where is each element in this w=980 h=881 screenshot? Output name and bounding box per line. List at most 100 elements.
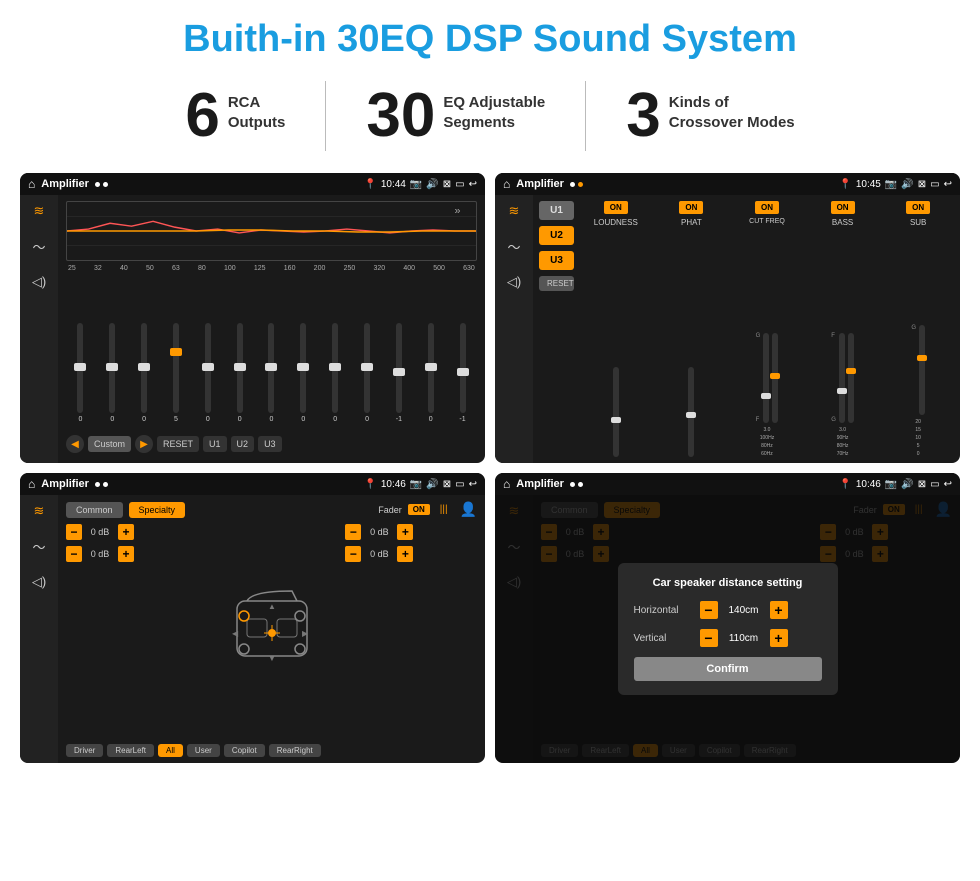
loudness-on-btn[interactable]: ON bbox=[604, 201, 628, 214]
tab-common-3[interactable]: Common bbox=[66, 502, 123, 518]
eq-custom-btn[interactable]: Custom bbox=[88, 436, 131, 452]
time-2: 10:45 bbox=[856, 179, 881, 190]
channel-cutfreq: ON CUT FREQ GF bbox=[731, 201, 803, 457]
db-minus-topright[interactable]: − bbox=[345, 524, 361, 540]
home-icon-2[interactable]: ⌂ bbox=[503, 177, 510, 191]
dot-6 bbox=[103, 482, 108, 487]
copilot-btn-3[interactable]: Copilot bbox=[224, 744, 265, 757]
dot-5 bbox=[95, 482, 100, 487]
rearright-btn-3[interactable]: RearRight bbox=[269, 744, 321, 757]
db-plus-topright[interactable]: + bbox=[397, 524, 413, 540]
eq-icon-3[interactable]: ≋ bbox=[34, 503, 45, 519]
wave-icon-3[interactable]: 〜 bbox=[32, 537, 45, 556]
db-minus-bottomleft[interactable]: − bbox=[66, 546, 82, 562]
svg-text:▼: ▼ bbox=[268, 654, 276, 663]
status-dots-2 bbox=[570, 182, 583, 187]
phat-on-btn[interactable]: ON bbox=[679, 201, 703, 214]
eq-sliders: 0 0 0 5 0 bbox=[66, 276, 477, 427]
home-icon-3[interactable]: ⌂ bbox=[28, 477, 35, 491]
db-minus-bottomright[interactable]: − bbox=[345, 546, 361, 562]
back-icon-4[interactable]: ↩ bbox=[944, 479, 952, 490]
loudness-slider[interactable] bbox=[613, 367, 619, 457]
cutfreq-on-btn[interactable]: ON bbox=[755, 201, 779, 214]
screen-fader: ⌂ Amplifier 📍 10:46 📷 🔊 ⊠ ▭ ↩ ≋ 〜 bbox=[20, 473, 485, 763]
dialog-overlay: Car speaker distance setting Horizontal … bbox=[495, 495, 960, 763]
eq-u1-btn[interactable]: U1 bbox=[203, 436, 227, 452]
fader-bottom-bar: Driver RearLeft All User Copilot RearRig… bbox=[66, 744, 477, 757]
wave-icon-2[interactable]: 〜 bbox=[507, 237, 520, 256]
back-icon-1[interactable]: ↩ bbox=[469, 179, 477, 190]
volume-icon-2: 🔊 bbox=[901, 179, 913, 190]
wave-icon-1[interactable]: 〜 bbox=[32, 237, 45, 256]
db-plus-topleft[interactable]: + bbox=[118, 524, 134, 540]
dot-3 bbox=[570, 182, 575, 187]
eq-prev-btn[interactable]: ◀ bbox=[66, 435, 84, 453]
bass-on-btn[interactable]: ON bbox=[831, 201, 855, 214]
speaker-icon-1[interactable]: ◁) bbox=[32, 274, 46, 290]
sub-slider[interactable] bbox=[919, 325, 925, 415]
dialog-horizontal-minus[interactable]: − bbox=[700, 601, 718, 619]
channel-bass: ON BASS FG bbox=[807, 201, 879, 457]
back-icon-2[interactable]: ↩ bbox=[944, 179, 952, 190]
home-icon-1[interactable]: ⌂ bbox=[28, 177, 35, 191]
bass-slider-g[interactable] bbox=[848, 333, 854, 423]
bass-slider-f[interactable] bbox=[839, 333, 845, 423]
time-1: 10:44 bbox=[381, 179, 406, 190]
db-minus-topleft[interactable]: − bbox=[66, 524, 82, 540]
u3-btn[interactable]: U3 bbox=[539, 251, 574, 270]
rearleft-btn-3[interactable]: RearLeft bbox=[107, 744, 154, 757]
box-icon-2: ⊠ bbox=[918, 179, 926, 190]
eq-next-btn[interactable]: ▶ bbox=[135, 435, 153, 453]
cutfreq-slider-f[interactable] bbox=[772, 333, 778, 423]
eq-u3-btn[interactable]: U3 bbox=[258, 436, 282, 452]
speaker-icon-3[interactable]: ◁) bbox=[32, 574, 46, 590]
camera-icon-4: 📷 bbox=[885, 479, 897, 490]
slider-track-1[interactable] bbox=[77, 323, 83, 413]
screen-amp: ⌂ Amplifier 📍 10:45 📷 🔊 ⊠ ▭ ↩ ≋ 〜 bbox=[495, 173, 960, 463]
eq-reset-btn[interactable]: RESET bbox=[157, 436, 199, 452]
app-name-3: Amplifier bbox=[41, 478, 89, 490]
screen-sidebar-3: ≋ 〜 ◁) bbox=[20, 495, 58, 763]
fader-main: − 0 dB + − 0 dB + bbox=[66, 524, 477, 738]
page-title: Buith-in 30EQ DSP Sound System bbox=[0, 0, 980, 71]
eq-u2-btn[interactable]: U2 bbox=[231, 436, 255, 452]
amp-reset-btn[interactable]: RESET bbox=[539, 276, 574, 291]
back-icon-3[interactable]: ↩ bbox=[469, 479, 477, 490]
svg-text:▶: ▶ bbox=[302, 629, 309, 638]
camera-icon-1: 📷 bbox=[410, 179, 422, 190]
speaker-icon-2[interactable]: ◁) bbox=[507, 274, 521, 290]
status-dots-4 bbox=[570, 482, 583, 487]
u1-btn[interactable]: U1 bbox=[539, 201, 574, 220]
cutfreq-slider-g[interactable] bbox=[763, 333, 769, 423]
db-control-bottomleft: − 0 dB + bbox=[66, 546, 198, 562]
tab-specialty-3[interactable]: Specialty bbox=[129, 502, 186, 518]
u2-btn[interactable]: U2 bbox=[539, 226, 574, 245]
stat-crossover-label: Kinds ofCrossover Modes bbox=[669, 85, 795, 132]
confirm-button[interactable]: Confirm bbox=[634, 657, 822, 681]
sub-on-btn[interactable]: ON bbox=[906, 201, 930, 214]
user-btn-3[interactable]: User bbox=[187, 744, 220, 757]
svg-text:»: » bbox=[454, 206, 460, 216]
db-value-topright: 0 dB bbox=[365, 527, 393, 537]
pin-icon-1: 📍 bbox=[364, 179, 376, 190]
db-plus-bottomright[interactable]: + bbox=[397, 546, 413, 562]
pin-icon-3: 📍 bbox=[364, 479, 376, 490]
db-control-bottomright: − 0 dB + bbox=[345, 546, 477, 562]
eq-icon-2[interactable]: ≋ bbox=[509, 203, 520, 219]
dialog-vertical-plus[interactable]: + bbox=[770, 629, 788, 647]
channel-sub: ON SUB G 20151050 bbox=[882, 201, 954, 457]
dialog-horizontal-plus[interactable]: + bbox=[770, 601, 788, 619]
all-btn-3[interactable]: All bbox=[158, 744, 183, 757]
phat-slider[interactable] bbox=[688, 367, 694, 457]
person-icon-3: 👤 bbox=[460, 501, 477, 518]
db-plus-bottomleft[interactable]: + bbox=[118, 546, 134, 562]
home-icon-4[interactable]: ⌂ bbox=[503, 477, 510, 491]
window-icon-1: ▭ bbox=[455, 179, 464, 190]
status-bar-4: ⌂ Amplifier 📍 10:46 📷 🔊 ⊠ ▭ ↩ bbox=[495, 473, 960, 495]
dialog-row-horizontal: Horizontal − 140cm + bbox=[634, 601, 822, 619]
dialog-vertical-minus[interactable]: − bbox=[700, 629, 718, 647]
eq-icon-1[interactable]: ≋ bbox=[34, 203, 45, 219]
stat-eq-label: EQ AdjustableSegments bbox=[443, 85, 545, 132]
time-3: 10:46 bbox=[381, 479, 406, 490]
driver-btn-3[interactable]: Driver bbox=[66, 744, 103, 757]
